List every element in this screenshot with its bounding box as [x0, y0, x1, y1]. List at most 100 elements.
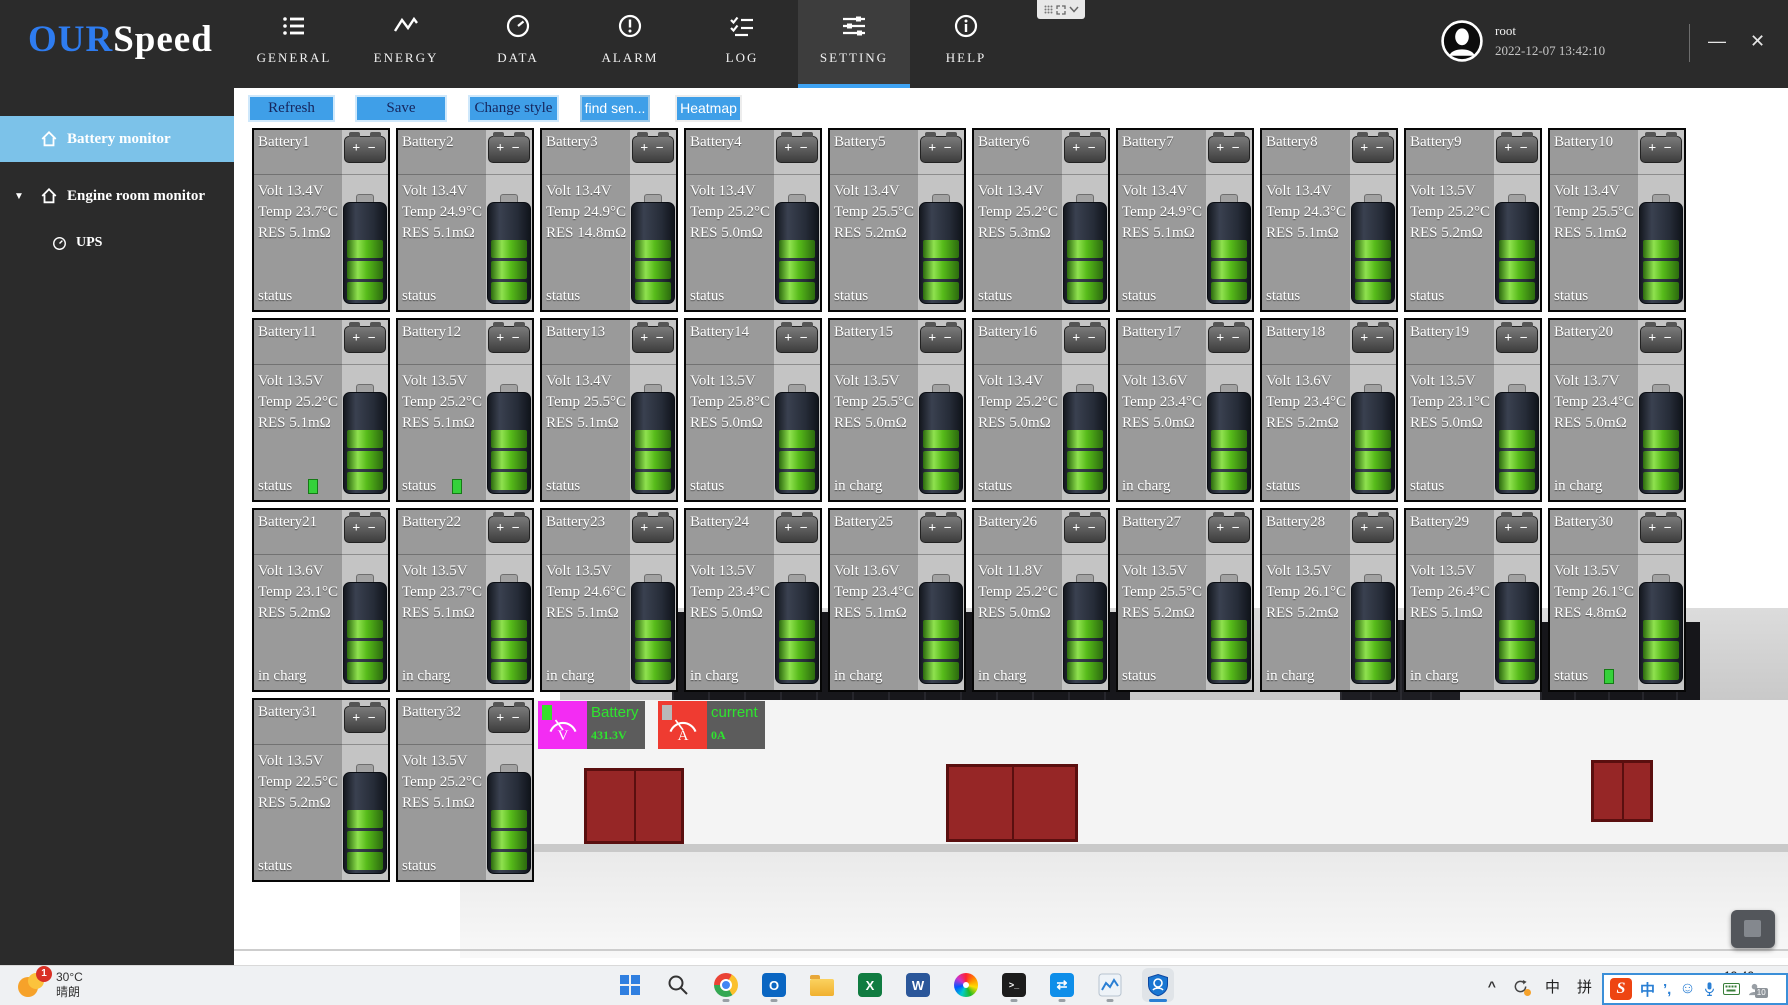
ime-han-icon[interactable]: 中	[1640, 979, 1655, 1000]
battery-card[interactable]: + −Battery18Volt 13.6VTemp 23.4°CRES 5.2…	[1260, 318, 1398, 502]
battery-status: in charg	[690, 668, 776, 685]
ime-pinyin-indicator[interactable]: 拼	[1577, 976, 1592, 997]
taskbar-icon-chrome[interactable]	[710, 968, 742, 1002]
battery-card[interactable]: + −Battery25Volt 13.6VTemp 23.4°CRES 5.1…	[828, 508, 966, 692]
change-style-button[interactable]: Change style	[468, 95, 559, 122]
tab-energy[interactable]: ENERGY	[350, 0, 462, 88]
battery-card[interactable]: + −Battery27Volt 13.5VTemp 25.5°CRES 5.2…	[1116, 508, 1254, 692]
battery-status: status	[258, 288, 344, 305]
battery-card[interactable]: + −Battery4Volt 13.4VTemp 25.2°CRES 5.0m…	[684, 128, 822, 312]
battery-card[interactable]: + −Battery1Volt 13.4VTemp 23.7°CRES 5.1m…	[252, 128, 390, 312]
taskbar-icon-ourspeed[interactable]	[1142, 968, 1174, 1002]
battery-status: in charg	[834, 668, 920, 685]
battery-card[interactable]: + −Battery30Volt 13.5VTemp 26.1°CRES 4.8…	[1548, 508, 1686, 692]
ime-language-indicator[interactable]: 中	[1545, 976, 1560, 997]
battery-card[interactable]: + −Battery17Volt 13.6VTemp 23.4°CRES 5.0…	[1116, 318, 1254, 502]
battery-card[interactable]: + −Battery13Volt 13.4VTemp 25.5°CRES 5.1…	[540, 318, 678, 502]
chevron-down-icon[interactable]	[1069, 6, 1079, 13]
battery-card[interactable]: + −Battery20Volt 13.7VTemp 23.4°CRES 5.0…	[1548, 318, 1686, 502]
taskbar-icon-word[interactable]: W	[902, 968, 934, 1002]
divider	[254, 744, 388, 745]
save-button[interactable]: Save	[355, 95, 447, 122]
battery-card[interactable]: + −Battery22Volt 13.5VTemp 23.7°CRES 5.1…	[396, 508, 534, 692]
sogou-ime-toolbar[interactable]: S 中 ’, ☺ 10	[1602, 973, 1788, 1005]
current-meter-tile[interactable]: A current 0A	[658, 701, 765, 749]
grid-dots-icon[interactable]	[1044, 5, 1053, 14]
tab-log[interactable]: LOG	[686, 0, 798, 88]
battery-status: in charg	[1266, 668, 1352, 685]
battery-status: status	[1554, 288, 1640, 305]
emoji-icon[interactable]: ☺	[1679, 980, 1695, 998]
divider	[1550, 364, 1684, 365]
sidebar-item-engine-room-monitor[interactable]: ▼ Engine room monitor	[0, 176, 234, 216]
battery-card[interactable]: + −Battery15Volt 13.5VTemp 25.5°CRES 5.0…	[828, 318, 966, 502]
taskbar-icon-outlook[interactable]: O	[758, 968, 790, 1002]
refresh-button[interactable]: Refresh	[248, 95, 335, 122]
temp-value: 23.1°C	[1448, 394, 1490, 410]
battery-card[interactable]: + −Battery11Volt 13.5VTemp 25.2°CRES 5.1…	[252, 318, 390, 502]
battery-card[interactable]: + −Battery12Volt 13.5VTemp 25.2°CRES 5.1…	[396, 318, 534, 502]
battery-values: Volt 13.4VTemp 25.2°CRES 5.0mΩ	[690, 181, 770, 244]
user-box[interactable]: root 2022-12-07 13:42:10	[1441, 20, 1605, 62]
battery-card[interactable]: + −Battery32Volt 13.5VTemp 25.2°CRES 5.1…	[396, 698, 534, 882]
tray-expand-icon[interactable]: ^	[1488, 978, 1496, 994]
close-button[interactable]: ✕	[1750, 28, 1765, 54]
battery-name: Battery6	[978, 134, 1030, 151]
battery-card[interactable]: + −Battery21Volt 13.6VTemp 23.1°CRES 5.2…	[252, 508, 390, 692]
taskbar-icon-excel[interactable]: X	[854, 968, 886, 1002]
window-mini-toolbar[interactable]	[1037, 0, 1085, 19]
tab-setting[interactable]: SETTING	[798, 0, 910, 88]
battery-card[interactable]: + −Battery3Volt 13.4VTemp 24.9°CRES 14.8…	[540, 128, 678, 312]
taskbar-icon-file-explorer[interactable]	[806, 968, 838, 1002]
sync-icon[interactable]	[1513, 979, 1528, 994]
taskbar-icon-terminal[interactable]: >_	[998, 968, 1030, 1002]
caret-down-icon[interactable]: ▼	[14, 191, 24, 202]
battery-card[interactable]: + −Battery29Volt 13.5VTemp 26.4°CRES 5.1…	[1404, 508, 1542, 692]
account-icon[interactable]: 10	[1748, 983, 1761, 996]
volt-value: 13.5V	[718, 563, 755, 579]
scroll-corner-button[interactable]	[1731, 910, 1775, 948]
keyboard-icon[interactable]	[1723, 983, 1740, 995]
tab-general[interactable]: GENERAL	[238, 0, 350, 88]
battery-card[interactable]: + −Battery10Volt 13.4VTemp 25.5°CRES 5.1…	[1548, 128, 1686, 312]
battery-card[interactable]: + −Battery26Volt 11.8VTemp 25.2°CRES 5.0…	[972, 508, 1110, 692]
weather-widget[interactable]: 1 30°C 晴朗	[16, 969, 83, 1001]
battery-card[interactable]: + −Battery6Volt 13.4VTemp 25.2°CRES 5.3m…	[972, 128, 1110, 312]
tab-help[interactable]: HELP	[910, 0, 1022, 88]
taskbar-icon-teamviewer[interactable]: ⇄	[1046, 968, 1078, 1002]
taskbar-icon-start[interactable]	[614, 968, 646, 1002]
tab-data[interactable]: DATA	[462, 0, 574, 88]
battery-card[interactable]: + −Battery16Volt 13.4VTemp 25.2°CRES 5.0…	[972, 318, 1110, 502]
battery-card[interactable]: + −Battery5Volt 13.4VTemp 25.5°CRES 5.2m…	[828, 128, 966, 312]
battery-card[interactable]: + −Battery7Volt 13.4VTemp 24.9°CRES 5.1m…	[1116, 128, 1254, 312]
battery-card[interactable]: + −Battery9Volt 13.5VTemp 25.2°CRES 5.2m…	[1404, 128, 1542, 312]
divider	[398, 174, 532, 175]
taskbar-icon-photos[interactable]	[950, 968, 982, 1002]
temp-value: 25.5°C	[872, 204, 914, 220]
battery-card[interactable]: + −Battery31Volt 13.5VTemp 22.5°CRES 5.2…	[252, 698, 390, 882]
battery-card[interactable]: + −Battery28Volt 13.5VTemp 26.1°CRES 5.2…	[1260, 508, 1398, 692]
battery-card[interactable]: + −Battery14Volt 13.5VTemp 25.8°CRES 5.0…	[684, 318, 822, 502]
battery-card[interactable]: + −Battery8Volt 13.4VTemp 24.3°CRES 5.1m…	[1260, 128, 1398, 312]
tab-alarm[interactable]: ALARM	[574, 0, 686, 88]
sidebar-item-battery-monitor[interactable]: Battery monitor	[0, 116, 234, 162]
battery-card[interactable]: + −Battery24Volt 13.5VTemp 23.4°CRES 5.0…	[684, 508, 822, 692]
heatmap-button[interactable]: Heatmap	[675, 95, 742, 122]
temp-value: 25.2°C	[440, 774, 482, 790]
sogou-logo-icon[interactable]: S	[1610, 978, 1632, 1000]
ime-punct-icon[interactable]: ’,	[1663, 981, 1671, 998]
expand-icon[interactable]	[1056, 5, 1066, 15]
battery-level-icon	[343, 574, 387, 684]
battery-card[interactable]: + −Battery19Volt 13.5VTemp 23.1°CRES 5.0…	[1404, 318, 1542, 502]
taskbar-icon-task-manager[interactable]	[1094, 968, 1126, 1002]
voltage-meter-tile[interactable]: V Battery 431.3V	[538, 701, 645, 749]
battery-status: in charg	[402, 668, 488, 685]
find-sensor-dropdown[interactable]: find sen...	[580, 95, 650, 122]
sidebar-item-ups[interactable]: UPS	[0, 226, 234, 260]
minimize-button[interactable]: —	[1708, 28, 1726, 54]
battery-card[interactable]: + −Battery2Volt 13.4VTemp 24.9°CRES 5.1m…	[396, 128, 534, 312]
temp-value: 25.2°C	[296, 394, 338, 410]
taskbar-icon-search[interactable]	[662, 968, 694, 1002]
microphone-icon[interactable]	[1704, 981, 1715, 998]
battery-card[interactable]: + −Battery23Volt 13.5VTemp 24.6°CRES 5.1…	[540, 508, 678, 692]
